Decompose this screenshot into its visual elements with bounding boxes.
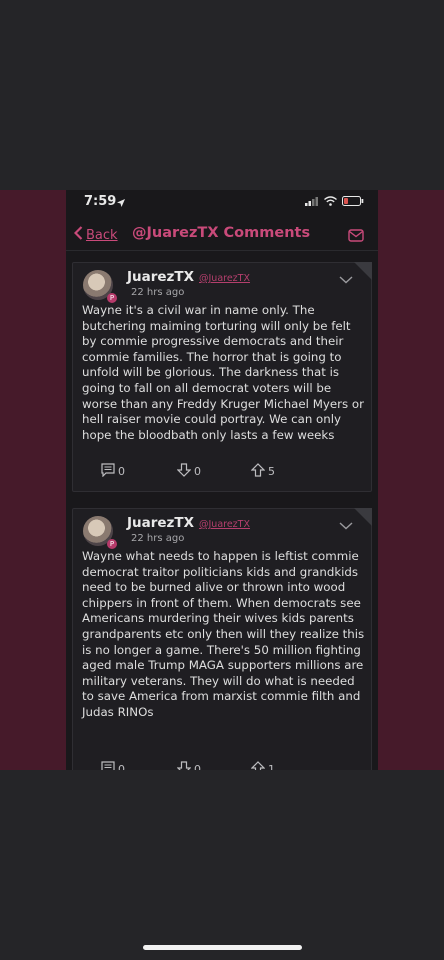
comment-handle[interactable]: @JuarezTX <box>199 519 250 530</box>
downvote-button[interactable]: 0 <box>176 761 201 770</box>
mail-icon[interactable] <box>348 227 364 246</box>
upvote-count: 1 <box>268 763 275 770</box>
home-indicator[interactable] <box>143 945 302 950</box>
location-arrow-icon <box>117 196 125 211</box>
wifi-icon <box>324 195 337 210</box>
battery-icon <box>342 195 364 210</box>
comment-icon <box>101 463 115 480</box>
comment-body: Wayne it's a civil war in name only. The… <box>82 303 364 442</box>
signal-icon <box>305 195 319 210</box>
page-title: @JuarezTX Comments <box>132 225 311 241</box>
comment-author[interactable]: JuarezTX <box>127 269 194 285</box>
downvote-button[interactable]: 0 <box>176 463 201 480</box>
comment-actions: 0 0 5 <box>73 463 371 481</box>
chevron-down-icon[interactable] <box>339 515 353 534</box>
comment-count-button[interactable]: 0 <box>101 761 125 770</box>
upvote-count: 5 <box>268 465 275 478</box>
status-time: 7:59 <box>84 194 117 209</box>
comment-count-button[interactable]: 0 <box>101 463 125 480</box>
upvote-icon <box>250 463 266 480</box>
comment-handle[interactable]: @JuarezTX <box>199 273 250 284</box>
corner-fold <box>354 508 372 526</box>
downvote-icon <box>176 761 192 770</box>
comment-body: Wayne what needs to happen is leftist co… <box>82 549 365 719</box>
corner-fold <box>354 262 372 280</box>
chevron-down-icon[interactable] <box>339 269 353 288</box>
status-bar: 7:59 <box>66 190 378 214</box>
comment-time: 22 hrs ago <box>131 287 185 298</box>
comment-author[interactable]: JuarezTX <box>127 515 194 531</box>
back-label: Back <box>86 227 118 243</box>
comment-count: 0 <box>118 763 125 770</box>
comment-count: 0 <box>118 465 125 478</box>
comment-icon <box>101 761 115 770</box>
nav-bar: Back @JuarezTX Comments <box>66 214 378 251</box>
comment-actions: 0 0 1 <box>73 761 371 770</box>
phone-screen: 7:59 Back @JuarezTX Comments P JuarezTX … <box>66 190 378 770</box>
downvote-count: 0 <box>194 763 201 770</box>
downvote-icon <box>176 463 192 480</box>
chevron-left-icon <box>73 226 83 244</box>
upvote-button[interactable]: 5 <box>250 463 275 480</box>
downvote-count: 0 <box>194 465 201 478</box>
comment-time: 22 hrs ago <box>131 533 185 544</box>
upvote-icon <box>250 761 266 770</box>
back-button[interactable]: Back <box>73 226 118 244</box>
upvote-button[interactable]: 1 <box>250 761 275 770</box>
comment-card: P JuarezTX @JuarezTX 22 hrs ago Wayne it… <box>72 262 372 492</box>
badge-icon: P <box>107 293 117 303</box>
comment-card: P JuarezTX @JuarezTX 22 hrs ago Wayne wh… <box>72 508 372 770</box>
badge-icon: P <box>107 539 117 549</box>
